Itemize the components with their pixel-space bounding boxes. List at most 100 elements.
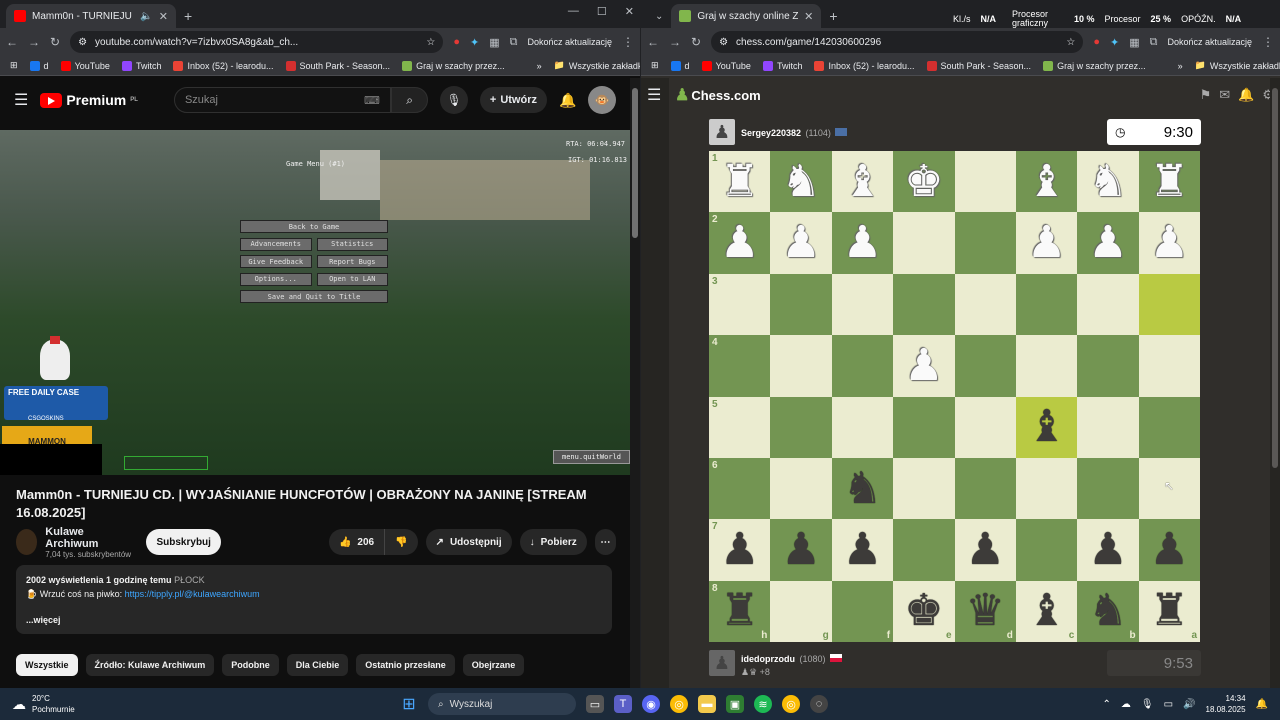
board-square[interactable]: ♟ <box>831 212 894 274</box>
board-square[interactable] <box>954 273 1016 336</box>
puzzle-icon[interactable]: ⧉ <box>510 36 518 49</box>
board-square[interactable] <box>1015 457 1078 520</box>
white-pawn-icon[interactable]: ♟ <box>720 221 759 265</box>
board-square[interactable] <box>893 519 955 581</box>
board-square[interactable] <box>954 151 1016 213</box>
file-explorer-icon[interactable]: ▬ <box>698 695 716 713</box>
menu-icon[interactable]: ⋮ <box>622 35 634 49</box>
notifications-icon[interactable]: 🔔 <box>1238 87 1254 103</box>
scrollbar-thumb[interactable] <box>632 88 638 238</box>
close-window-icon[interactable]: ✕ <box>625 5 634 18</box>
board-square[interactable]: 3 <box>709 273 771 336</box>
board-square[interactable]: ♟ <box>893 335 955 397</box>
advancements-button[interactable]: Advancements <box>240 237 312 251</box>
onedrive-icon[interactable]: ☁ <box>1121 699 1131 710</box>
bugs-button[interactable]: Report Bugs <box>316 255 388 268</box>
black-bishop-icon[interactable]: ♝ <box>1027 589 1066 633</box>
download-button[interactable]: ↓ Pobierz <box>519 529 587 555</box>
white-king-icon[interactable]: ♚ <box>904 159 943 204</box>
board-square[interactable]: g <box>770 580 832 642</box>
extension-icon[interactable]: ▦ <box>489 36 499 49</box>
board-square[interactable]: d ♛ <box>954 580 1016 642</box>
player-avatar[interactable]: ♟ <box>709 650 735 676</box>
chip-for-you[interactable]: Dla Ciebie <box>286 654 349 676</box>
board-square[interactable]: ♟ <box>770 519 832 581</box>
extension-icon[interactable]: ✦ <box>1110 36 1119 49</box>
all-bookmarks[interactable]: 📁 Wszystkie zakładki <box>1195 60 1280 71</box>
extension-icon[interactable]: ● <box>453 36 460 48</box>
white-bishop-icon[interactable]: ♝ <box>843 159 882 204</box>
notifications-icon[interactable]: 🔔 <box>1256 699 1268 710</box>
board-square[interactable] <box>831 273 894 336</box>
minimize-icon[interactable]: — <box>568 5 579 18</box>
bookmark-item[interactable]: YouTube <box>60 60 110 71</box>
feedback-button[interactable]: Give Feedback <box>240 255 312 268</box>
clock[interactable]: 14:34 18.08.2025 <box>1206 693 1246 715</box>
tab-chess[interactable]: Graj w szachy online ZA DARMO ✕ <box>671 4 822 28</box>
more-actions-icon[interactable]: ⋯ <box>594 529 616 555</box>
spotify-icon[interactable]: ≋ <box>754 695 772 713</box>
chip-all[interactable]: Wszystkie <box>16 654 78 676</box>
board-square[interactable]: ♚ <box>893 151 955 213</box>
bookmark-item[interactable]: YouTube <box>701 60 751 71</box>
apps-icon[interactable]: ⊞ <box>651 60 659 71</box>
board-square[interactable] <box>893 396 955 458</box>
extension-icon[interactable]: ● <box>1093 36 1100 48</box>
dislike-button[interactable]: 👎 <box>384 529 418 555</box>
white-pawn-icon[interactable]: ♟ <box>904 343 943 388</box>
black-pawn-icon[interactable]: ♟ <box>843 527 882 572</box>
board-square[interactable] <box>1077 273 1139 336</box>
board-square[interactable]: 2 ♟ <box>709 212 771 274</box>
board-square[interactable] <box>893 273 955 336</box>
close-tab-icon[interactable]: ✕ <box>804 10 813 23</box>
forward-icon[interactable]: → <box>28 35 40 49</box>
chess-board[interactable]: 1 ♜ ♞ ♝ ♚ ♝ ♞ ♜ 2 ♟ ♟ ♟ ♟ ♟ ♟ 3 4 ♟ 5 ♝ 6 ♞ 7 ♟ ♟ ♟ ♟ ♟ ♟ 8 h ♜ g f e ♚ d ♛ c ♝… <box>709 151 1200 642</box>
board-square[interactable]: ♞ <box>1077 151 1139 213</box>
black-rook-icon[interactable]: ♜ <box>720 589 759 633</box>
bookmark-item[interactable]: South Park - Season... <box>926 60 1031 71</box>
black-pawn-icon[interactable]: ♟ <box>1088 527 1127 572</box>
board-square[interactable]: 6 <box>709 457 771 520</box>
black-knight-icon[interactable]: ♞ <box>843 466 882 511</box>
white-rook-icon[interactable]: ♜ <box>720 159 759 204</box>
bookmark-item[interactable]: Twitch <box>762 60 802 71</box>
chip-recent[interactable]: Ostatnio przesłane <box>356 654 455 676</box>
volume-icon[interactable]: 🔊 <box>1183 699 1195 710</box>
board-square[interactable] <box>1015 273 1078 336</box>
channel-avatar[interactable] <box>16 529 38 555</box>
site-info-icon[interactable]: ⚙ <box>719 37 728 48</box>
white-pawn-icon[interactable]: ♟ <box>1088 221 1127 265</box>
back-to-game-button[interactable]: Back to Game <box>240 220 388 233</box>
omnibox[interactable]: ⚙ youtube.com/watch?v=7izbvx0SA8g&ab_ch.… <box>70 31 444 53</box>
save-quit-button[interactable]: Save and Quit to Title <box>240 290 388 303</box>
create-button[interactable]: + Utwórz <box>479 87 547 113</box>
black-bishop-icon[interactable]: ♝ <box>1027 405 1066 449</box>
white-pawn-icon[interactable]: ♟ <box>843 221 882 265</box>
network-icon[interactable]: ▭ <box>1164 699 1173 710</box>
board-square[interactable]: ♜ <box>1138 151 1200 213</box>
board-square[interactable]: ♟ <box>1138 519 1200 581</box>
black-pawn-icon[interactable]: ♟ <box>781 527 820 572</box>
all-bookmarks[interactable]: 📁 Wszystkie zakładki <box>554 60 640 71</box>
board-square[interactable] <box>770 273 832 336</box>
board-square[interactable] <box>1015 335 1078 397</box>
maximize-icon[interactable]: ☐ <box>597 5 607 18</box>
statistics-button[interactable]: Statistics <box>316 237 388 251</box>
board-square[interactable] <box>1138 396 1200 458</box>
black-rook-icon[interactable]: ♜ <box>1150 589 1189 633</box>
black-king-icon[interactable]: ♚ <box>904 589 943 633</box>
bookmark-item[interactable]: Inbox (52) - learodu... <box>814 60 915 71</box>
board-square[interactable] <box>954 457 1016 520</box>
new-tab-button[interactable]: + <box>829 8 837 24</box>
black-pawn-icon[interactable]: ♟ <box>720 527 759 572</box>
discord-icon[interactable]: ◉ <box>642 695 660 713</box>
board-square[interactable] <box>770 396 832 458</box>
share-button[interactable]: ↗ Udostępnij <box>425 529 512 555</box>
board-square[interactable]: ♟ <box>1077 212 1139 274</box>
board-square[interactable] <box>893 212 955 274</box>
chip-similar[interactable]: Podobne <box>222 654 279 676</box>
channel-name[interactable]: Kulawe Archiwum <box>45 526 138 550</box>
board-square[interactable] <box>893 457 955 520</box>
tray-chevron-icon[interactable]: ⌃ <box>1103 699 1111 710</box>
board-square[interactable]: ♟ <box>1015 212 1078 274</box>
